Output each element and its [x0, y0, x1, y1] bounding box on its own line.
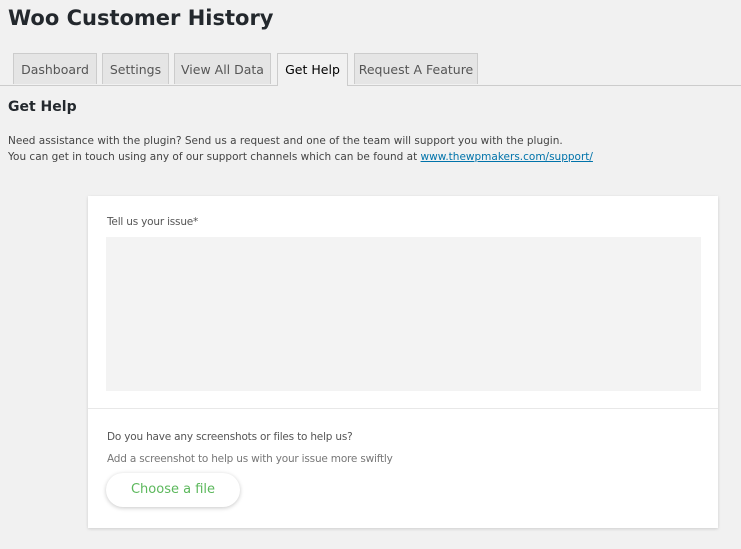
tab-settings[interactable]: Settings: [102, 53, 169, 84]
tab-request-a-feature[interactable]: Request A Feature: [354, 53, 478, 84]
issue-label: Tell us your issue*: [107, 216, 199, 228]
tab-bar: Dashboard Settings View All Data Get Hel…: [0, 53, 741, 86]
files-hint: Add a screenshot to help us with your is…: [107, 453, 393, 465]
page: Woo Customer History Dashboard Settings …: [0, 0, 741, 549]
support-link[interactable]: www.thewpmakers.com/support/: [421, 151, 593, 163]
choose-file-button[interactable]: Choose a file: [106, 473, 240, 507]
help-description: Need assistance with the plugin? Send us…: [8, 133, 593, 165]
page-title: Woo Customer History: [8, 6, 274, 30]
tab-view-all-data[interactable]: View All Data: [174, 53, 271, 84]
tab-get-help[interactable]: Get Help: [277, 53, 348, 86]
files-label: Do you have any screenshots or files to …: [107, 431, 353, 443]
help-line-1: Need assistance with the plugin? Send us…: [8, 135, 563, 147]
issue-textarea[interactable]: [106, 237, 701, 391]
support-form-card: Tell us your issue* Do you have any scre…: [88, 196, 718, 528]
tab-dashboard[interactable]: Dashboard: [13, 53, 97, 84]
help-line-2: You can get in touch using any of our su…: [8, 149, 593, 165]
section-heading: Get Help: [8, 99, 77, 115]
card-divider: [88, 408, 718, 409]
help-line-2-text: You can get in touch using any of our su…: [8, 151, 421, 163]
